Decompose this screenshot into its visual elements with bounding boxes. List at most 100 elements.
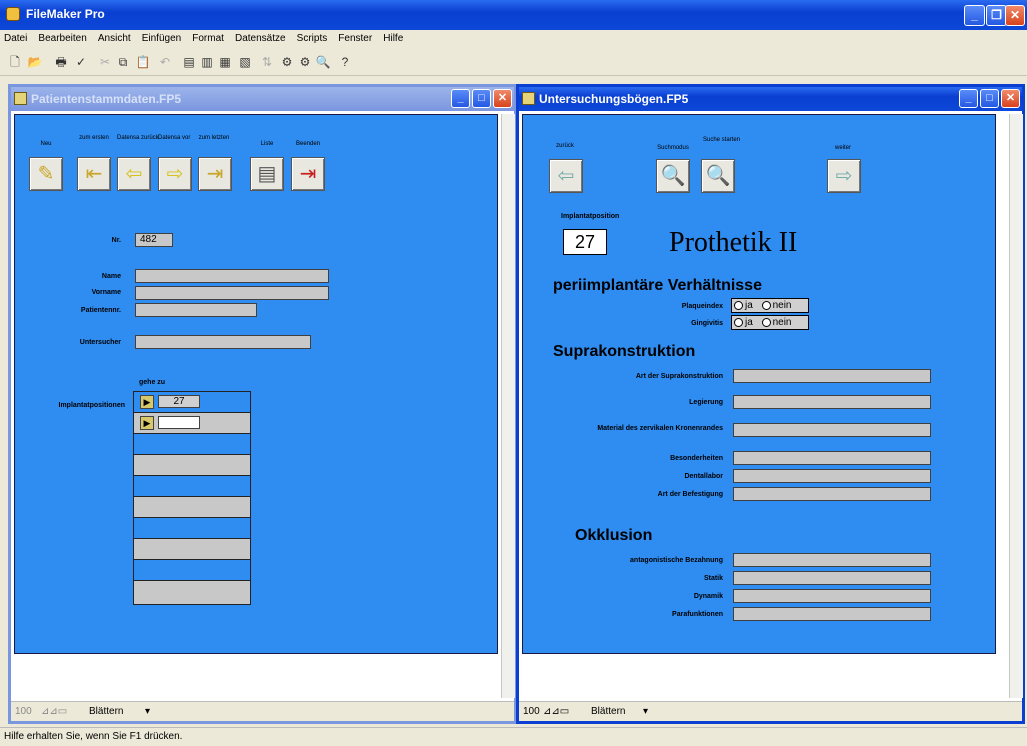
goto-row-1-button[interactable]: ▶ — [140, 395, 154, 409]
nav-label-suchmodus: Suchmodus — [657, 145, 689, 151]
help-icon[interactable]: ? — [336, 53, 354, 71]
mode-dropdown-icon[interactable]: ▾ — [643, 706, 648, 717]
material-field[interactable] — [733, 423, 931, 437]
nav-label-zum-ersten: zum ersten — [79, 135, 109, 141]
gingivitis-ja-radio[interactable] — [734, 317, 743, 327]
nav-label-beenden: Beenden — [295, 141, 321, 147]
nr-field[interactable]: 482 — [135, 233, 173, 247]
minimize-button[interactable]: _ — [964, 5, 985, 26]
menu-einfuegen[interactable]: Einfügen — [138, 30, 185, 47]
antagonistische-bezahnung-field[interactable] — [733, 553, 931, 567]
forward-arrow-icon: ⇨ — [835, 165, 853, 187]
dentallabor-field[interactable] — [733, 469, 931, 483]
menu-ansicht[interactable]: Ansicht — [94, 30, 135, 47]
forward-button[interactable]: ⇨ — [827, 159, 861, 193]
maximize-button[interactable]: □ — [472, 89, 491, 108]
next-record-button[interactable]: ⇨ — [158, 157, 192, 191]
art-suprakonstruktion-field[interactable] — [733, 369, 931, 383]
close-button[interactable]: ✕ — [1001, 89, 1020, 108]
show-all-icon[interactable]: ⚙ — [296, 53, 314, 71]
menu-datei[interactable]: Datei — [0, 30, 31, 47]
zoom-icon[interactable]: ⊿⊿▭ — [41, 706, 67, 717]
omit-icon[interactable]: ⚙ — [278, 53, 296, 71]
gingivitis-nein-radio[interactable] — [761, 317, 771, 327]
app-titlebar: FileMaker Pro _ ❐ ✕ — [0, 0, 1027, 30]
goto-row-2-button[interactable]: ▶ — [140, 416, 154, 430]
sort-icon[interactable]: ⇅ — [258, 53, 276, 71]
last-record-button[interactable]: ⇥ — [198, 157, 232, 191]
open-icon[interactable]: 📂 — [26, 53, 44, 71]
mode-label[interactable]: Blättern — [89, 706, 123, 717]
spell-check-icon[interactable]: ✓ — [72, 53, 90, 71]
besonderheiten-field[interactable] — [733, 451, 931, 465]
zoom-icon[interactable]: ⊿⊿▭ — [543, 706, 569, 717]
browse-icon[interactable]: ▤ — [180, 53, 198, 71]
portal-position-field[interactable]: 27 — [158, 395, 200, 408]
untersucher-field[interactable] — [135, 335, 311, 349]
material-label: Material des zervikalen Kronenrandes — [597, 425, 723, 432]
search-mode-button[interactable]: 🔍 — [656, 159, 690, 193]
minimize-button[interactable]: _ — [959, 89, 978, 108]
menu-fenster[interactable]: Fenster — [334, 30, 376, 47]
legierung-field[interactable] — [733, 395, 931, 409]
name-field[interactable] — [135, 269, 329, 283]
nav-label-liste: Liste — [260, 141, 274, 147]
new-icon[interactable]: 🗋 — [6, 53, 24, 71]
find-icon[interactable]: ▥ — [198, 53, 216, 71]
zoom-level[interactable]: 100 — [523, 706, 540, 717]
back-button[interactable]: ⇦ — [549, 159, 583, 193]
minimize-button[interactable]: _ — [451, 89, 470, 108]
zoom-level[interactable]: 100 — [15, 706, 32, 717]
implantatposition-field[interactable]: 27 — [563, 229, 607, 255]
first-record-button[interactable]: ⇤ — [77, 157, 111, 191]
previous-record-button[interactable]: ⇦ — [117, 157, 151, 191]
status-text: Hilfe erhalten Sie, wenn Sie F1 drücken. — [4, 731, 183, 742]
vorname-field[interactable] — [135, 286, 329, 300]
patientenstammdaten-window: Patientenstammdaten.FP5 _ □ ✕ Neu zum er… — [8, 84, 517, 724]
implantat-portal: ▶ 27 ▶ — [133, 391, 251, 605]
restore-button[interactable]: ❐ — [986, 5, 1007, 26]
window-statusbar: 100 ⊿⊿▭ Blättern ▾ — [519, 701, 1022, 721]
menu-hilfe[interactable]: Hilfe — [379, 30, 407, 47]
befestigung-field[interactable] — [733, 487, 931, 501]
portal-position-field-empty[interactable] — [158, 416, 200, 429]
list-button[interactable]: ▤ — [250, 157, 284, 191]
dynamik-field[interactable] — [733, 589, 931, 603]
vertical-scrollbar[interactable] — [1009, 114, 1023, 698]
antagonistische-bezahnung-label: antagonistische Bezahnung — [630, 557, 723, 564]
statik-field[interactable] — [733, 571, 931, 585]
mode-dropdown-icon[interactable]: ▾ — [145, 706, 150, 717]
implantatposition-label: Implantatposition — [561, 213, 620, 220]
exit-button[interactable]: ⇥ — [291, 157, 325, 191]
menu-bearbeiten[interactable]: Bearbeiten — [34, 30, 90, 47]
legierung-label: Legierung — [689, 399, 723, 406]
parafunktionen-field[interactable] — [733, 607, 931, 621]
menu-scripts[interactable]: Scripts — [293, 30, 332, 47]
vertical-scrollbar[interactable] — [501, 114, 515, 698]
close-button[interactable]: ✕ — [1005, 5, 1025, 26]
copy-icon[interactable]: ⧉ — [114, 53, 132, 71]
nav-label-weiter: weiter — [834, 145, 851, 151]
menu-datensaetze[interactable]: Datensätze — [231, 30, 290, 47]
preview-icon[interactable]: ▧ — [236, 53, 254, 71]
nav-label-suche-starten: Suche starten — [703, 137, 741, 143]
plaqueindex-nein-radio[interactable] — [761, 300, 771, 310]
new-record-icon: ✎ — [37, 163, 55, 185]
gingivitis-radio-group: ja nein — [731, 315, 809, 330]
layout-icon[interactable]: ▦ — [216, 53, 234, 71]
menu-format[interactable]: Format — [188, 30, 228, 47]
print-icon[interactable]: 🖶 — [52, 53, 70, 71]
search-start-button[interactable]: 🔍 — [701, 159, 735, 193]
mode-label[interactable]: Blättern — [591, 706, 625, 717]
undo-icon[interactable]: ↶ — [156, 53, 174, 71]
patientennr-field[interactable] — [135, 303, 257, 317]
new-record-button[interactable]: ✎ — [29, 157, 63, 191]
plaqueindex-ja-radio[interactable] — [734, 300, 743, 310]
zoom-icon[interactable]: 🔍 — [314, 53, 332, 71]
cut-icon[interactable]: ✂ — [96, 53, 114, 71]
plaqueindex-radio-group: ja nein — [731, 298, 809, 313]
paste-icon[interactable]: 📋 — [134, 53, 152, 71]
gehe-zu-label: gehe zu — [139, 379, 166, 386]
close-button[interactable]: ✕ — [493, 89, 512, 108]
maximize-button[interactable]: □ — [980, 89, 999, 108]
